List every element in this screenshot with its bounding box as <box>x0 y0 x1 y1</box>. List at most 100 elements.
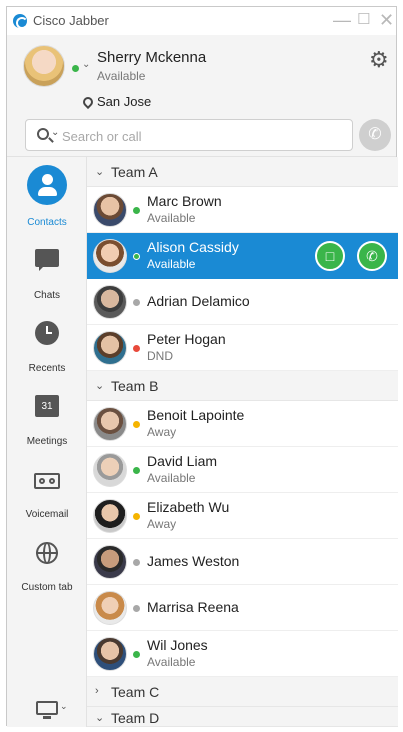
presence-status-dot <box>133 207 140 214</box>
contact-status: DND <box>147 349 173 363</box>
list-item[interactable]: Wil Jones Available <box>87 631 398 677</box>
calendar-icon: 31 <box>35 395 59 417</box>
clock-icon <box>35 321 59 345</box>
contact-name: Benoit Lapointe <box>147 407 245 423</box>
profile-name: Sherry Mckenna <box>97 49 207 66</box>
presence-status-dot <box>133 421 140 428</box>
contact-name: James Weston <box>147 553 240 569</box>
sidebar-item-label: Meetings <box>26 436 68 447</box>
minimize-icon[interactable]: — <box>333 9 351 31</box>
close-icon[interactable]: ✕ <box>379 9 394 31</box>
chevron-down-icon: ⌄ <box>95 380 105 392</box>
contact-status: Away <box>147 425 177 439</box>
phone-icon: ✆ <box>368 126 382 143</box>
jabber-window: Cisco Jabber — ☐ ✕ ⌄ Sherry Mckenna Avai… <box>6 6 398 727</box>
voicemail-icon <box>34 473 60 489</box>
monitor-icon <box>36 701 58 719</box>
avatar <box>93 193 127 227</box>
sidebar-item-label: Custom tab <box>21 582 73 593</box>
chevron-down-icon[interactable]: ⌄ <box>60 701 68 712</box>
chat-icon <box>35 249 59 271</box>
chat-button[interactable]: □ <box>315 241 345 271</box>
group-header-team-d[interactable]: ⌄ Team D <box>87 707 398 727</box>
app-title: Cisco Jabber <box>33 13 109 28</box>
avatar <box>93 545 127 579</box>
title-bar: Cisco Jabber — ☐ ✕ <box>7 7 396 35</box>
avatar <box>93 407 127 441</box>
avatar <box>93 285 127 319</box>
group-label: Team C <box>111 684 160 700</box>
group-label: Team A <box>111 164 158 180</box>
group-header-team-b[interactable]: ⌄ Team B <box>87 371 398 401</box>
presence-status-dot <box>133 253 140 260</box>
presence-status-dot <box>133 345 140 352</box>
list-item[interactable]: David Liam Available <box>87 447 398 493</box>
avatar <box>93 499 127 533</box>
list-item[interactable]: Peter Hogan DND <box>87 325 398 371</box>
chevron-right-icon: › <box>95 685 99 697</box>
sidebar: Contacts Chats Recents 31 Meetings Voice… <box>7 157 87 727</box>
contact-name: Marrisa Reena <box>147 599 239 615</box>
contact-status: Away <box>147 517 177 531</box>
search-input[interactable] <box>62 126 342 146</box>
list-item[interactable]: Alison Cassidy Available □ ✆ <box>87 233 398 279</box>
sidebar-item-label: Contacts <box>27 217 67 228</box>
sidebar-item-label: Voicemail <box>25 509 69 520</box>
chevron-down-icon: ⌄ <box>95 166 105 178</box>
contact-name: Elizabeth Wu <box>147 499 230 515</box>
chevron-down-icon[interactable]: ⌄ <box>51 127 59 138</box>
list-item[interactable]: Marrisa Reena <box>87 585 398 631</box>
presence-status-dot <box>133 605 140 612</box>
chevron-down-icon: ⌄ <box>95 712 105 724</box>
profile-presence[interactable]: Available <box>97 69 145 83</box>
contact-name: Wil Jones <box>147 637 208 653</box>
contact-status: Available <box>147 211 196 225</box>
list-item[interactable]: Benoit Lapointe Away <box>87 401 398 447</box>
avatar <box>93 591 127 625</box>
presence-status-dot <box>133 559 140 566</box>
group-header-team-a[interactable]: ⌄ Team A <box>87 157 398 187</box>
list-item[interactable]: Elizabeth Wu Away <box>87 493 398 539</box>
list-item[interactable]: James Weston <box>87 539 398 585</box>
contact-list: ⌄ Team A Marc Brown Available Alison Cas… <box>87 157 398 727</box>
contact-name: Marc Brown <box>147 193 222 209</box>
contact-status: Available <box>147 257 196 271</box>
search-icon <box>37 128 49 140</box>
contact-name: Peter Hogan <box>147 331 226 347</box>
list-item[interactable]: Marc Brown Available <box>87 187 398 233</box>
contact-name: Adrian Delamico <box>147 293 250 309</box>
gear-icon[interactable]: ⚙ <box>369 49 389 71</box>
contact-status: Available <box>147 655 196 669</box>
jabber-logo-icon <box>13 14 28 29</box>
presence-status-dot <box>133 299 140 306</box>
location-pin-icon <box>80 94 96 110</box>
contacts-icon <box>27 165 67 205</box>
search-box[interactable]: ⌄ <box>25 119 353 151</box>
call-button[interactable]: ✆ <box>359 119 391 151</box>
contact-name: David Liam <box>147 453 218 469</box>
presence-status-dot <box>133 513 140 520</box>
call-button[interactable]: ✆ <box>357 241 387 271</box>
avatar <box>93 453 127 487</box>
sidebar-item-label: Chats <box>33 290 61 301</box>
chevron-down-icon[interactable]: ⌄ <box>82 59 90 70</box>
presence-status-dot <box>133 651 140 658</box>
sidebar-item-label: Recents <box>28 363 66 374</box>
group-header-team-c[interactable]: › Team C <box>87 677 398 707</box>
group-label: Team D <box>111 710 160 726</box>
avatar <box>93 637 127 671</box>
presence-status-dot <box>133 467 140 474</box>
avatar <box>93 331 127 365</box>
profile-header: ⌄ Sherry Mckenna Available ⚙ San Jose ⌄ … <box>7 35 396 157</box>
chat-icon: □ <box>325 248 335 264</box>
contact-name: Alison Cassidy <box>147 239 239 255</box>
globe-icon <box>36 542 58 564</box>
group-label: Team B <box>111 378 159 394</box>
location-label[interactable]: San Jose <box>97 94 151 109</box>
contact-status: Available <box>147 471 196 485</box>
list-item[interactable]: Adrian Delamico <box>87 279 398 325</box>
presence-status-dot[interactable] <box>72 65 79 72</box>
phone-icon: ✆ <box>366 248 378 264</box>
maximize-icon[interactable]: ☐ <box>357 9 370 31</box>
avatar[interactable] <box>23 45 65 87</box>
